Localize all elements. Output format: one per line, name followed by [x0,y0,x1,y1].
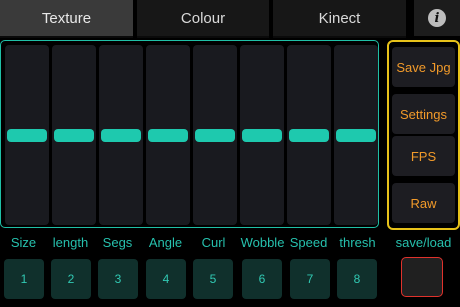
slider-label-speed: Speed [289,235,328,250]
slider-panel [0,40,379,228]
info-button[interactable]: i [414,0,460,36]
slider-size[interactable] [5,45,49,225]
slider-handle[interactable] [54,129,94,142]
slider-label-wobble: Wobble [240,235,285,250]
slider-label-length: length [52,235,89,250]
tab-bar: Texture Colour Kinect i [0,0,460,38]
preset-button-4[interactable]: 4 [146,259,186,299]
slider-label-angle: Angle [148,235,183,250]
preset-button-3[interactable]: 3 [98,259,138,299]
preset-button-5[interactable]: 5 [193,259,233,299]
slider-label-curl: Curl [201,235,226,250]
tab-colour[interactable]: Colour [137,0,269,38]
slider-label-size: Size [10,235,37,250]
save-jpg-button[interactable]: Save Jpg [392,47,455,87]
settings-button[interactable]: Settings [392,94,455,134]
action-button-panel: Save Jpg Settings FPS Raw [387,40,460,230]
slider-thresh[interactable] [334,45,378,225]
slider-label-segs: Segs [102,235,133,250]
slider-curl[interactable] [193,45,237,225]
fps-button[interactable]: FPS [392,136,455,176]
slider-length[interactable] [52,45,96,225]
record-button[interactable] [401,257,443,297]
preset-button-7[interactable]: 7 [290,259,330,299]
raw-button[interactable]: Raw [392,183,455,223]
tab-texture[interactable]: Texture [0,0,133,38]
preset-button-2[interactable]: 2 [51,259,91,299]
save-load-label: save/load [395,235,452,250]
info-icon: i [428,9,446,27]
slider-handle[interactable] [195,129,235,142]
slider-handle[interactable] [336,129,376,142]
slider-angle[interactable] [146,45,190,225]
tab-kinect[interactable]: Kinect [273,0,406,38]
preset-button-6[interactable]: 6 [242,259,282,299]
preset-button-1[interactable]: 1 [4,259,44,299]
preset-button-8[interactable]: 8 [337,259,377,299]
slider-handle[interactable] [7,129,47,142]
slider-wobble[interactable] [240,45,284,225]
slider-segs[interactable] [99,45,143,225]
slider-handle[interactable] [148,129,188,142]
slider-handle[interactable] [242,129,282,142]
slider-handle[interactable] [289,129,329,142]
slider-handle[interactable] [101,129,141,142]
slider-speed[interactable] [287,45,331,225]
slider-label-thresh: thresh [339,235,376,250]
